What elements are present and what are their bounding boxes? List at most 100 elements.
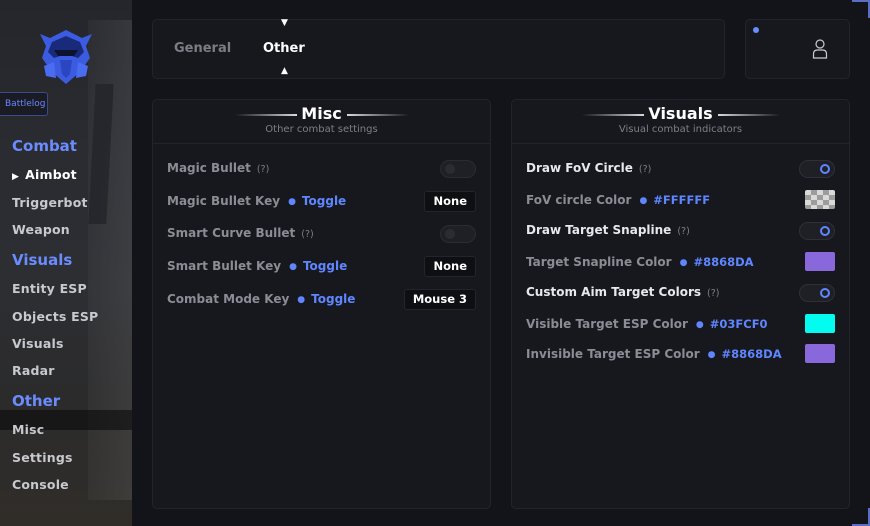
sidebar: Battlelog Combat ▶ Aimbot Triggerbot Weap… [0,0,132,526]
setting-row-smart-bullet-key: Smart Bullet Key ● Toggle None [167,256,476,278]
sidebar-item-triggerbot[interactable]: Triggerbot [12,195,88,210]
help-icon[interactable]: (?) [677,226,689,237]
smart-curve-bullet-toggle[interactable] [440,225,476,243]
sidebar-item-aimbot[interactable]: ▶ Aimbot [12,167,77,182]
frame-corner-top-right [852,0,870,18]
keybind-mode-link[interactable]: Toggle [311,292,355,306]
setting-label: Magic Bullet Key ● Toggle [167,194,346,208]
setting-label-text: Visible Target ESP Color [526,317,688,331]
setting-label-text: Smart Bullet Key [167,259,282,273]
snapline-color-swatch[interactable] [805,252,835,271]
sidebar-item-console[interactable]: Console [12,477,69,492]
invisible-esp-color-swatch[interactable] [805,344,835,363]
setting-label-text: Draw Target Snapline [526,223,672,237]
sidebar-item-visuals[interactable]: Visuals [12,336,64,351]
help-icon[interactable]: (?) [301,229,313,240]
bullet-dot-icon: ● [639,196,648,206]
bullet-dot-icon: ● [695,320,704,330]
sidebar-item-entity-esp[interactable]: Entity ESP [12,281,87,296]
toggle-knob [445,164,455,174]
header-separator [153,143,490,144]
setting-label: Magic Bullet (?) [167,161,269,175]
setting-row-magic-bullet-key: Magic Bullet Key ● Toggle None [167,191,476,213]
status-dot [753,27,759,33]
setting-label-text: Draw FoV Circle [526,161,633,175]
setting-label: Invisible Target ESP Color ● #8868DA [526,347,782,361]
visuals-panel: Visuals Visual combat indicators Draw Fo… [511,99,850,509]
setting-label-text: Magic Bullet [167,161,251,175]
setting-label-text: Smart Curve Bullet [167,226,296,240]
keybind-button[interactable]: Mouse 3 [403,289,476,310]
keybind-button[interactable]: None [424,256,476,277]
misc-panel: Misc Other combat settings Magic Bullet (… [152,99,491,509]
tab-other[interactable]: Other [263,41,305,56]
toggle-knob [820,288,830,298]
bullet-dot-icon: ● [707,350,716,360]
setting-label: Draw Target Snapline (?) [526,223,690,237]
setting-row-snapline-color: Target Snapline Color ● #8868DA [526,252,835,274]
draw-fov-toggle[interactable] [799,160,835,178]
sidebar-item-settings[interactable]: Settings [12,450,73,465]
setting-row-custom-aim-colors: Custom Aim Target Colors (?) [526,282,835,304]
setting-label: Target Snapline Color ● #8868DA [526,255,754,269]
draw-snapline-toggle[interactable] [799,222,835,240]
sidebar-category-other: Other [12,392,61,410]
help-icon[interactable]: (?) [257,164,269,175]
help-icon[interactable]: (?) [707,288,719,299]
setting-row-draw-snapline: Draw Target Snapline (?) [526,220,835,242]
toggle-knob [820,164,830,174]
setting-label-text: Target Snapline Color [526,255,672,269]
setting-row-magic-bullet: Magic Bullet (?) [167,158,476,180]
tab-general[interactable]: General [174,41,231,56]
color-hex-value: #03FCF0 [709,317,768,331]
header-separator [512,143,849,144]
setting-label-text: Magic Bullet Key [167,194,281,208]
color-hex-value: #8868DA [693,255,754,269]
panel-title: Visuals [648,104,713,123]
setting-label: Combat Mode Key ● Toggle [167,292,355,306]
nav-arrow-icon: ▶ [12,172,20,182]
toggle-knob [445,229,455,239]
help-icon[interactable]: (?) [639,164,651,175]
sidebar-category-visuals: Visuals [12,251,73,269]
tab-marker-up-icon: ▲ [281,66,288,76]
setting-row-fov-color: FoV circle Color ● #FFFFFF [526,190,835,212]
header-divider-right [347,114,409,116]
color-hex-value: #FFFFFF [653,193,711,207]
sidebar-item-objects-esp[interactable]: Objects ESP [12,309,98,324]
header-divider-right [718,114,780,116]
sidebar-item-label: Aimbot [25,167,77,182]
sidebar-category-combat: Combat [12,137,77,155]
user-box [745,19,850,79]
setting-label-text: Combat Mode Key [167,292,290,306]
frame-corner-bottom-right [852,508,870,526]
color-hex-value: #8868DA [721,347,782,361]
user-icon[interactable] [812,38,828,60]
setting-label: Visible Target ESP Color ● #03FCF0 [526,317,768,331]
magic-bullet-toggle[interactable] [440,160,476,178]
setting-label-text: FoV circle Color [526,193,632,207]
setting-row-smart-curve-bullet: Smart Curve Bullet (?) [167,223,476,245]
setting-label: Smart Curve Bullet (?) [167,226,314,240]
bullet-dot-icon: ● [289,262,297,272]
brand-label[interactable]: Battlelog [0,92,48,116]
fov-color-swatch[interactable] [805,190,835,209]
custom-aim-colors-toggle[interactable] [799,284,835,302]
setting-label: Draw FoV Circle (?) [526,161,651,175]
sidebar-item-weapon[interactable]: Weapon [12,222,70,237]
bullet-dot-icon: ● [297,295,306,305]
keybind-mode-link[interactable]: Toggle [302,194,346,208]
setting-label-text: Invisible Target ESP Color [526,347,700,361]
tab-bar: General Other ▼ ▲ [152,18,725,79]
keybind-button[interactable]: None [424,191,476,212]
setting-label-text: Custom Aim Target Colors [526,285,702,299]
visible-esp-color-swatch[interactable] [805,314,835,333]
panel-subtitle: Other combat settings [265,124,378,135]
sidebar-item-misc[interactable]: Misc [12,422,44,437]
keybind-mode-link[interactable]: Toggle [303,259,347,273]
setting-label: Smart Bullet Key ● Toggle [167,259,347,273]
setting-row-combat-mode-key: Combat Mode Key ● Toggle Mouse 3 [167,289,476,311]
setting-row-invisible-esp-color: Invisible Target ESP Color ● #8868DA [526,344,835,366]
setting-row-draw-fov: Draw FoV Circle (?) [526,158,835,180]
sidebar-item-radar[interactable]: Radar [12,363,55,378]
